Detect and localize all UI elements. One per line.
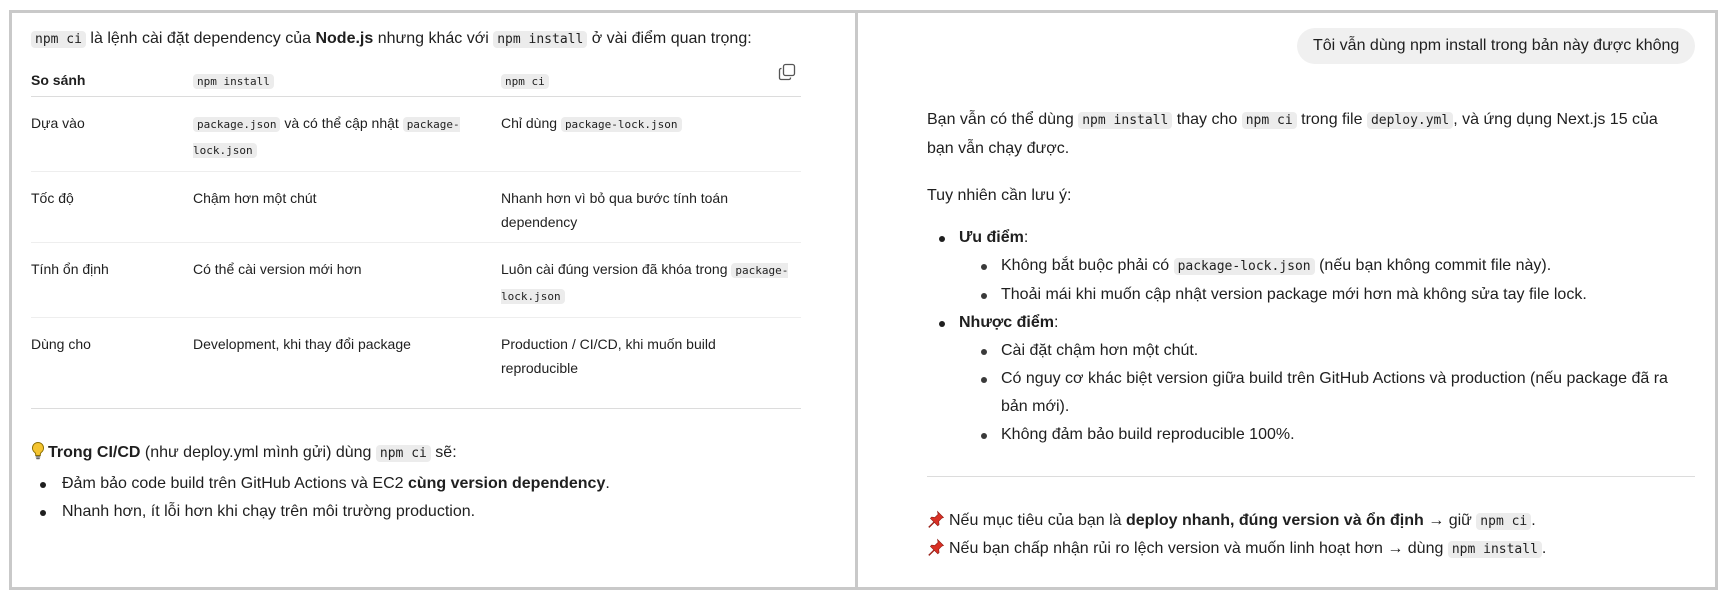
recommendation-note: Nếu bạn chấp nhận rủi ro lệch version và… [927,536,1546,563]
intro-bold: Node.js [315,30,374,47]
lightbulb-icon [31,441,45,460]
list-item: Nhanh hơn, ít lỗi hơn khi chạy trên môi … [40,498,610,526]
note-text: . [1541,540,1547,557]
colon: : [1023,229,1029,246]
list-item-cons: Nhược điểm: Cài đặt chậm hơn một chút. C… [937,309,1695,449]
left-pane: npm ci là lệnh cài đặt dependency của No… [31,26,801,376]
table-row: Tốc độ Chậm hơn một chút Nhanh hơn vì bỏ… [31,171,801,243]
list-item: Có nguy cơ khác biệt version giữa build … [979,365,1695,421]
pros-title: Ưu điểm [959,229,1024,246]
header-npm-ci: npm ci [501,64,801,97]
list-bold: cùng version dependency [407,475,606,492]
tip-bold: Trong CI/CD [48,444,141,461]
cell-ci: Luôn cài đúng version đã khóa trong pack… [501,242,801,318]
inline-code: npm ci [1241,112,1297,129]
cell-text: Chỉ dùng [501,114,561,131]
list-text: . [605,475,610,492]
header-code: npm install [193,73,274,89]
pushpin-icon [928,538,945,556]
list-text: Nhanh hơn, ít lỗi hơn khi chạy trên môi … [62,503,476,520]
cell-text: Luôn cài đúng version đã khóa trong [501,260,732,277]
copy-icon[interactable] [777,62,797,82]
header-npm-install: npm install [193,64,501,97]
cell-install: package.json và có thể cập nhật package-… [193,96,501,172]
header-compare: So sánh [31,64,193,97]
row-label: Tính ổn định [31,242,193,318]
list-text: Đảm bảo code build trên GitHub Actions v… [62,475,408,492]
user-message-bubble: Tôi vẫn dùng npm install trong bản này đ… [1297,28,1696,64]
intro-text: nhưng khác với [373,30,494,47]
list-text: (nếu bạn không commit file này). [1314,257,1552,274]
table-header-row: So sánh npm install npm ci [31,64,801,97]
note-text: Nếu mục tiêu của bạn là [949,512,1126,529]
list-item: Đảm bảo code build trên GitHub Actions v… [40,470,610,498]
list-text: Không bắt buộc phải có [1001,257,1174,274]
note-text: . [1531,512,1536,529]
pros-cons-list: Ưu điểm: Không bắt buộc phải có package-… [937,224,1695,449]
inline-code: package-lock.json [1173,258,1315,275]
list-item: Không bắt buộc phải có package-lock.json… [979,252,1695,281]
note-bold: deploy nhanh, đúng version và ổn định [1126,512,1424,529]
response-paragraph: Bạn vẫn có thể dùng npm install thay cho… [927,106,1687,163]
intro-text: ở vài điểm quan trọng: [587,30,752,47]
comparison-table: So sánh npm install npm ci Dựa vào packa… [31,64,801,388]
intro-text: là lệnh cài đặt dependency của [85,30,316,47]
row-label: Tốc độ [31,171,193,243]
cell-ci: Nhanh hơn vì bỏ qua bước tính toán depen… [501,171,801,243]
table-row: Dựa vào package.json và có thể cập nhật … [31,96,801,172]
pane-divider [855,10,858,590]
table-row: Tính ổn định Có thể cài version mới hơn … [31,242,801,318]
header-code: npm ci [501,73,549,89]
tip-text: (như deploy.yml mình gửi) dùng [140,444,376,461]
cell-ci: Chỉ dùng package-lock.json [501,96,801,172]
colon: : [1053,314,1059,331]
section-divider [31,408,801,409]
inline-code: package-lock.json [560,116,682,132]
response-paragraph: Tuy nhiên cần lưu ý: [927,187,1072,204]
inline-code: npm ci [1476,513,1532,530]
list-item-pros: Ưu điểm: Không bắt buộc phải có package-… [937,224,1695,309]
pushpin-icon [928,510,945,528]
inline-code: package.json [193,116,281,132]
row-label: Dùng cho [31,335,91,352]
para-text: Bạn vẫn có thể dùng [927,111,1079,128]
row-label: Dựa vào [31,96,193,172]
cell-install: Có thể cài version mới hơn [193,242,501,318]
note-text: → giữ [1423,512,1477,529]
para-text: trong file [1296,111,1367,128]
recommendation-note: Nếu mục tiêu của bạn là deploy nhanh, đú… [927,508,1536,535]
intro-line: npm ci là lệnh cài đặt dependency của No… [31,26,801,53]
cons-sublist: Cài đặt chậm hơn một chút. Có nguy cơ kh… [979,337,1695,449]
cell-text: và có thể cập nhật [280,114,403,131]
cell-ci: Production / CI/CD, khi muốn build repro… [501,335,716,376]
inline-code: npm ci [31,31,86,48]
inline-code: npm install [1447,541,1542,558]
inline-code: npm ci [375,445,431,462]
section-divider [927,476,1695,477]
table-row: Dùng cho Development, khi thay đổi packa… [31,317,801,388]
inline-code: deploy.yml [1366,112,1454,129]
inline-code: npm install [1078,112,1173,129]
tip-text: sẽ: [430,444,457,461]
ci-tip: Trong CI/CD (như deploy.yml mình gửi) dù… [30,440,457,467]
inline-code: npm install [493,31,588,48]
list-item: Không đảm bảo build reproducible 100%. [979,421,1695,449]
list-item: Cài đặt chậm hơn một chút. [979,337,1695,365]
cell-install: Chậm hơn một chút [193,171,501,243]
tip-list: Đảm bảo code build trên GitHub Actions v… [40,470,610,526]
note-text: Nếu bạn chấp nhận rủi ro lệch version và… [949,540,1448,557]
pros-sublist: Không bắt buộc phải có package-lock.json… [979,252,1695,309]
cons-title: Nhược điểm [959,314,1054,331]
cell-install: Development, khi thay đổi package [193,335,411,352]
list-item: Thoải mái khi muốn cập nhật version pack… [979,281,1695,309]
para-text: thay cho [1172,111,1242,128]
